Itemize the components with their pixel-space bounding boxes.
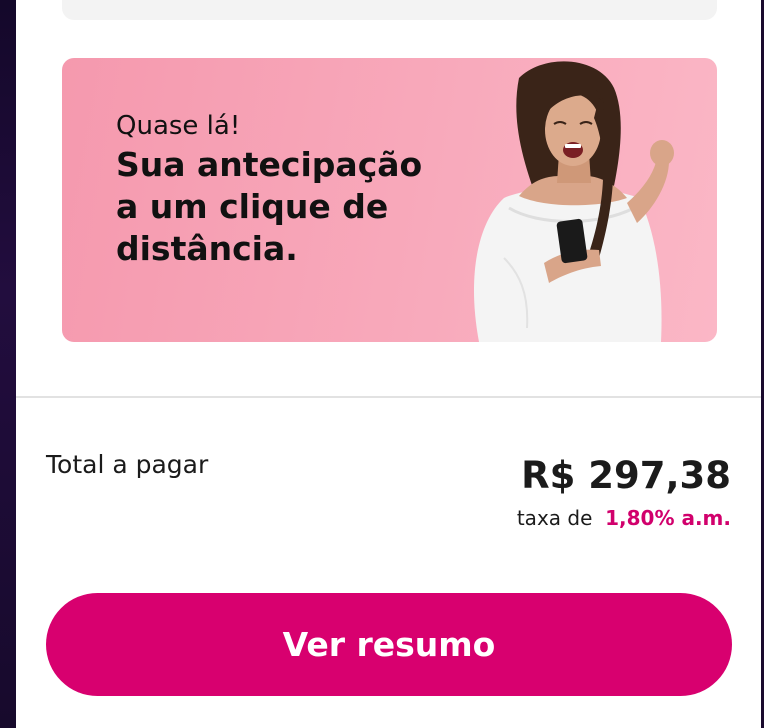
background-left [0,0,16,728]
promo-banner: Quase lá! Sua antecipação a um clique de… [62,58,717,342]
banner-text: Quase lá! Sua antecipação a um clique de… [116,110,456,270]
total-label: Total a pagar [46,450,209,479]
banner-headline-line: Sua antecipação [116,145,423,184]
section-divider [16,396,761,398]
banner-headline-line: distância. [116,229,298,268]
celebrating-woman-illustration [473,61,674,342]
banner-kicker: Quase lá! [116,111,241,141]
previous-card [62,0,717,20]
bottom-sheet: Quase lá! Sua antecipação a um clique de… [16,0,761,728]
view-summary-button[interactable]: Ver resumo [46,593,732,696]
rate-prefix: taxa de [516,506,599,530]
rate-row: taxa de 1,80% a.m. [517,506,731,530]
banner-headline: Sua antecipação a um clique de distância… [116,144,456,270]
banner-headline-line: a um clique de [116,187,389,226]
total-amount: R$ 297,38 [521,454,731,497]
rate-value: 1,80% a.m. [605,506,731,530]
